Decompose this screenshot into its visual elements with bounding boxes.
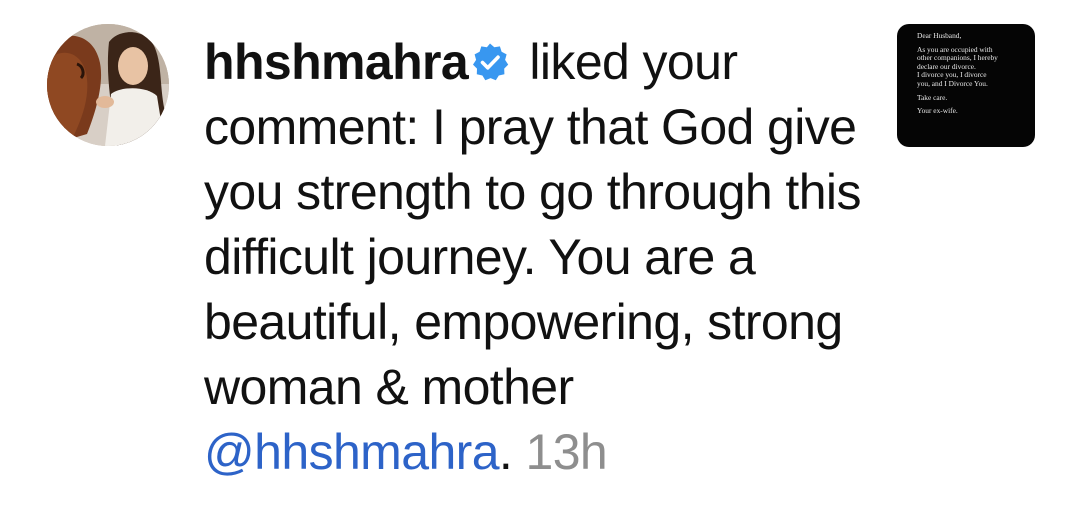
thumbnail-text-closing: Take care. [917, 92, 948, 102]
trailing-punctuation: . [498, 424, 526, 480]
thumbnail-text-salutation: Dear Husband, [917, 31, 962, 40]
post-thumbnail[interactable]: Dear Husband, As you are occupied with o… [897, 24, 1035, 147]
avatar-photo-icon [47, 24, 169, 146]
thumbnail-text-body: As you are occupied with other companion… [917, 44, 998, 88]
thumbnail-text-signature: Your ex-wife. [917, 106, 958, 116]
activity-notification[interactable]: hhshmahra liked your comment: I pray tha… [0, 0, 1080, 528]
verified-badge-icon [473, 43, 509, 81]
username-link[interactable]: hhshmahra [204, 34, 469, 90]
mention-link[interactable]: @hhshmahra [204, 424, 500, 480]
user-avatar[interactable] [47, 24, 169, 146]
notification-text: hhshmahra liked your comment: I pray tha… [204, 30, 894, 485]
action-text: liked your comment: I pray that God give… [204, 34, 861, 415]
timestamp: 13h [525, 424, 608, 480]
